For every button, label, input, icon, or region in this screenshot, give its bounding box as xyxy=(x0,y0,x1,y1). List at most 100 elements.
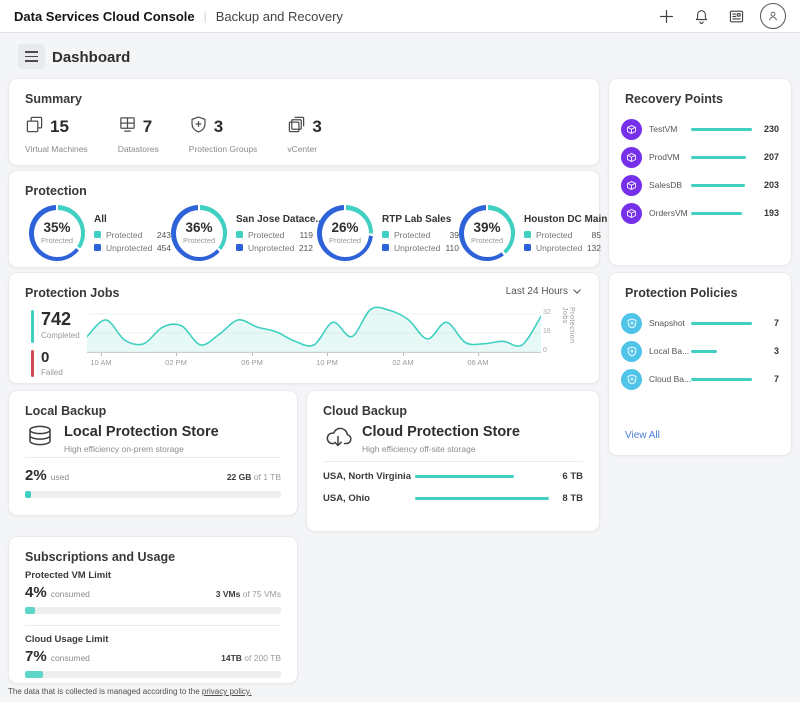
add-icon[interactable] xyxy=(655,5,677,27)
notifications-bell-icon[interactable] xyxy=(690,5,712,27)
y-tick-label: 16 xyxy=(543,328,557,335)
x-tick xyxy=(176,353,177,356)
store-description: High efficiency off-site storage xyxy=(362,444,520,454)
vm-limit-fill xyxy=(25,607,35,614)
recovery-point-name: SalesDB xyxy=(649,180,691,190)
region-name: USA, North Virginia xyxy=(323,471,415,482)
recovery-point-bar xyxy=(691,156,746,159)
protection-donut-group: 35% Protected All Protected243 Unprotect… xyxy=(29,205,171,261)
summary-card: Summary 15 Virtual Machines 7 Datastores xyxy=(8,78,600,166)
donut-percent: 26% xyxy=(331,221,358,236)
chevron-down-icon xyxy=(573,286,581,297)
policy-row: Local Ba... 3 xyxy=(621,337,779,365)
legend-unprotected-swatch xyxy=(382,244,389,251)
summary-value: 3 xyxy=(214,117,223,137)
completed-value: 742 xyxy=(41,310,80,328)
recovery-point-bar xyxy=(691,184,745,187)
x-tick-label: 10 AM xyxy=(90,358,111,367)
x-tick-label: 10 PM xyxy=(316,358,338,367)
news-icon[interactable] xyxy=(725,5,747,27)
summary-item-protection-groups: 3 Protection Groups xyxy=(189,115,258,154)
datastore-icon xyxy=(118,115,137,139)
consumed-percent: 7% xyxy=(25,648,47,665)
subscription-section-label: Cloud Usage Limit xyxy=(25,634,108,645)
donut-chart: 36% Protected xyxy=(171,205,227,261)
legend-unprotected-swatch xyxy=(236,244,243,251)
summary-label: Datastores xyxy=(118,144,159,154)
donut-chart: 39% Protected xyxy=(459,205,515,261)
vm-cube-icon xyxy=(621,175,642,196)
policy-shield-icon xyxy=(621,313,642,334)
page-title: Dashboard xyxy=(52,49,130,66)
dashboard-page: Data Services Cloud Console | Backup and… xyxy=(0,0,800,702)
failed-label: Failed xyxy=(41,368,63,377)
legend-protected-value: 39 xyxy=(441,230,459,240)
cloud-limit-fill xyxy=(25,671,43,678)
protection-donut-group: 36% Protected San Jose Datace... Protect… xyxy=(171,205,317,261)
user-avatar[interactable] xyxy=(760,3,786,29)
summary-label: Virtual Machines xyxy=(25,144,88,154)
subscriptions-card: Subscriptions and Usage Protected VM Lim… xyxy=(8,536,298,684)
protection-donut-group: 39% Protected Houston DC Main Protected8… xyxy=(459,205,605,261)
y-tick-label: 32 xyxy=(543,309,557,316)
donut-caption: Protected xyxy=(41,236,73,245)
cloud-download-icon xyxy=(323,424,353,457)
recovery-point-value: 193 xyxy=(759,208,779,218)
recovery-point-bar xyxy=(691,212,742,215)
region-bar xyxy=(415,497,549,500)
legend-protected-label: Protected xyxy=(536,230,583,240)
vcenter-icon xyxy=(287,115,306,139)
divider xyxy=(323,461,583,462)
region-bar xyxy=(415,475,514,478)
y-tick-label: 0 xyxy=(543,347,557,354)
used-percent: 2% xyxy=(25,467,47,484)
legend-unprotected-swatch xyxy=(94,244,101,251)
store-name: Cloud Protection Store xyxy=(362,424,520,440)
summary-title: Summary xyxy=(25,92,82,106)
subscriptions-title: Subscriptions and Usage xyxy=(25,550,175,564)
recovery-point-bar xyxy=(691,128,752,131)
policy-shield-icon xyxy=(621,369,642,390)
recovery-point-row: ProdVM 207 xyxy=(621,143,779,171)
donut-group-name: All xyxy=(94,214,171,225)
vm-cube-icon xyxy=(621,203,642,224)
legend-protected-label: Protected xyxy=(248,230,295,240)
failed-value: 0 xyxy=(41,350,63,365)
store-description: High efficiency on-prem storage xyxy=(64,444,219,454)
consumed-total: of 200 TB xyxy=(242,653,281,663)
policy-name: Cloud Ba... xyxy=(649,374,691,384)
privacy-policy-link[interactable]: privacy policy. xyxy=(202,687,252,696)
donut-caption: Protected xyxy=(183,236,215,245)
legend-protected-label: Protected xyxy=(106,230,153,240)
used-amount: 22 GB xyxy=(227,472,252,482)
x-tick xyxy=(327,353,328,356)
donut-percent: 35% xyxy=(43,221,70,236)
top-bar: Data Services Cloud Console | Backup and… xyxy=(0,0,800,33)
recovery-point-value: 230 xyxy=(759,124,779,134)
protection-policies-title: Protection Policies xyxy=(625,286,738,300)
x-tick xyxy=(478,353,479,356)
legend-unprotected-label: Unprotected xyxy=(106,243,153,253)
summary-value: 7 xyxy=(143,117,152,137)
footer-text: The data that is collected is managed ac… xyxy=(8,687,202,696)
protection-card: Protection 35% Protected All Protected24… xyxy=(8,170,600,268)
summary-label: Protection Groups xyxy=(189,144,258,154)
view-all-link[interactable]: View All xyxy=(625,430,660,441)
menu-hamburger-icon[interactable] xyxy=(18,44,45,69)
recovery-points-title: Recovery Points xyxy=(625,92,723,106)
vm-limit-progressbar xyxy=(25,607,281,614)
recovery-point-name: ProdVM xyxy=(649,152,691,162)
summary-item-virtual-machines: 15 Virtual Machines xyxy=(25,115,88,154)
policy-bar xyxy=(691,378,752,381)
time-range-dropdown[interactable]: Last 24 Hours xyxy=(506,286,581,297)
legend-unprotected-value: 454 xyxy=(153,243,171,253)
donut-group-name: Houston DC Main xyxy=(524,214,607,225)
donut-caption: Protected xyxy=(329,236,361,245)
donut-group-name: RTP Lab Sales xyxy=(382,214,459,225)
legend-protected-value: 243 xyxy=(153,230,171,240)
legend-unprotected-value: 212 xyxy=(295,243,313,253)
store-name: Local Protection Store xyxy=(64,424,219,440)
consumed-amount: 14TB xyxy=(221,653,242,663)
donut-percent: 39% xyxy=(473,221,500,236)
divider xyxy=(25,457,281,458)
